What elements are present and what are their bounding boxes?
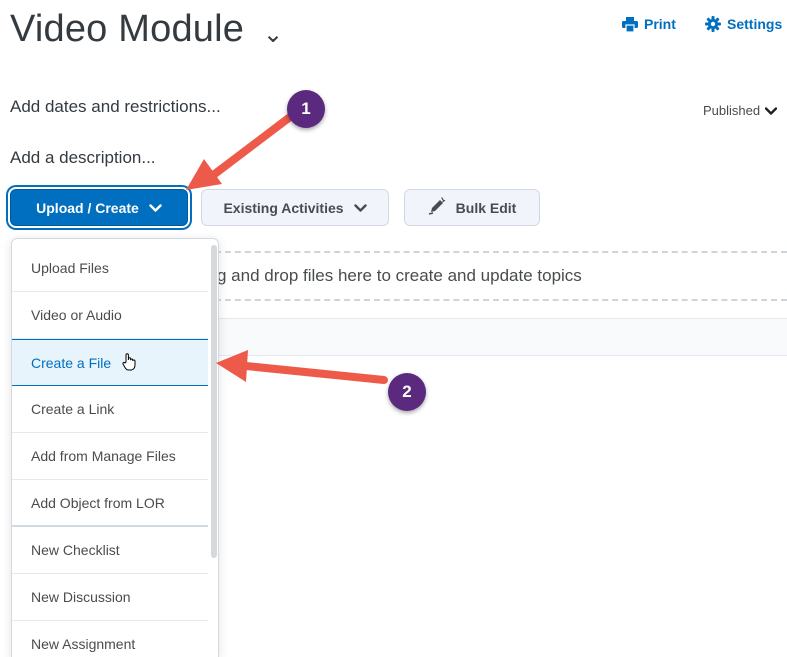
settings-button[interactable]: Settings bbox=[705, 16, 782, 32]
chevron-down-icon bbox=[764, 103, 778, 118]
hand-pointer-cursor-icon bbox=[122, 353, 136, 374]
upload-create-menu: Upload Files Video or Audio Create a Fil… bbox=[11, 238, 219, 657]
bulk-edit-button[interactable]: Bulk Edit bbox=[404, 189, 540, 226]
menu-item-new-assignment[interactable]: New Assignment bbox=[12, 621, 208, 657]
existing-activities-button[interactable]: Existing Activities bbox=[201, 189, 389, 226]
print-label: Print bbox=[644, 16, 676, 32]
gear-icon bbox=[705, 16, 721, 32]
upload-create-button[interactable]: Upload / Create bbox=[10, 189, 188, 226]
upload-create-label: Upload / Create bbox=[36, 199, 139, 216]
annotation-arrow-1 bbox=[186, 113, 294, 190]
published-status-dropdown[interactable]: Published bbox=[703, 103, 778, 118]
menu-item-upload-files[interactable]: Upload Files bbox=[12, 245, 208, 292]
content-list-bar bbox=[215, 318, 787, 356]
menu-item-create-a-link[interactable]: Create a Link bbox=[12, 386, 208, 433]
menu-scrollbar[interactable] bbox=[211, 245, 217, 558]
menu-item-label: Video or Audio bbox=[31, 307, 122, 323]
chevron-down-icon bbox=[353, 200, 367, 216]
print-button[interactable]: Print bbox=[622, 16, 676, 32]
printer-icon bbox=[622, 16, 638, 32]
menu-item-new-checklist[interactable]: New Checklist bbox=[12, 527, 208, 574]
step-2-badge: 2 bbox=[388, 373, 426, 411]
page-title: Video Module bbox=[10, 8, 245, 50]
menu-item-label: Add from Manage Files bbox=[31, 448, 176, 464]
drop-zone-instructions: g and drop files here to create and upda… bbox=[217, 266, 582, 285]
chevron-down-icon bbox=[149, 200, 162, 216]
step-1-badge: 1 bbox=[287, 90, 325, 128]
title-menu-chevron-icon[interactable]: ⌄ bbox=[263, 20, 283, 49]
menu-item-add-from-manage-files[interactable]: Add from Manage Files bbox=[12, 433, 208, 480]
add-description-link[interactable]: Add a description... bbox=[10, 148, 156, 168]
menu-item-video-or-audio[interactable]: Video or Audio bbox=[12, 292, 208, 339]
menu-item-label: Create a Link bbox=[31, 401, 115, 417]
menu-item-add-object-from-lor[interactable]: Add Object from LOR bbox=[12, 480, 208, 527]
menu-item-label: New Assignment bbox=[31, 636, 136, 652]
settings-label: Settings bbox=[727, 16, 783, 32]
bulk-edit-label: Bulk Edit bbox=[455, 199, 517, 216]
menu-item-label: Create a File bbox=[31, 354, 112, 371]
menu-item-label: Upload Files bbox=[31, 260, 109, 276]
menu-item-label: New Checklist bbox=[31, 542, 120, 558]
menu-item-label: New Discussion bbox=[31, 589, 131, 605]
menu-item-create-a-file[interactable]: Create a File bbox=[12, 339, 208, 386]
published-label: Published bbox=[703, 103, 761, 118]
existing-activities-label: Existing Activities bbox=[223, 199, 344, 216]
menu-item-label: Add Object from LOR bbox=[31, 494, 165, 511]
menu-item-new-discussion[interactable]: New Discussion bbox=[12, 574, 208, 621]
pencil-icon bbox=[428, 197, 446, 218]
add-dates-restrictions-link[interactable]: Add dates and restrictions... bbox=[10, 97, 221, 117]
